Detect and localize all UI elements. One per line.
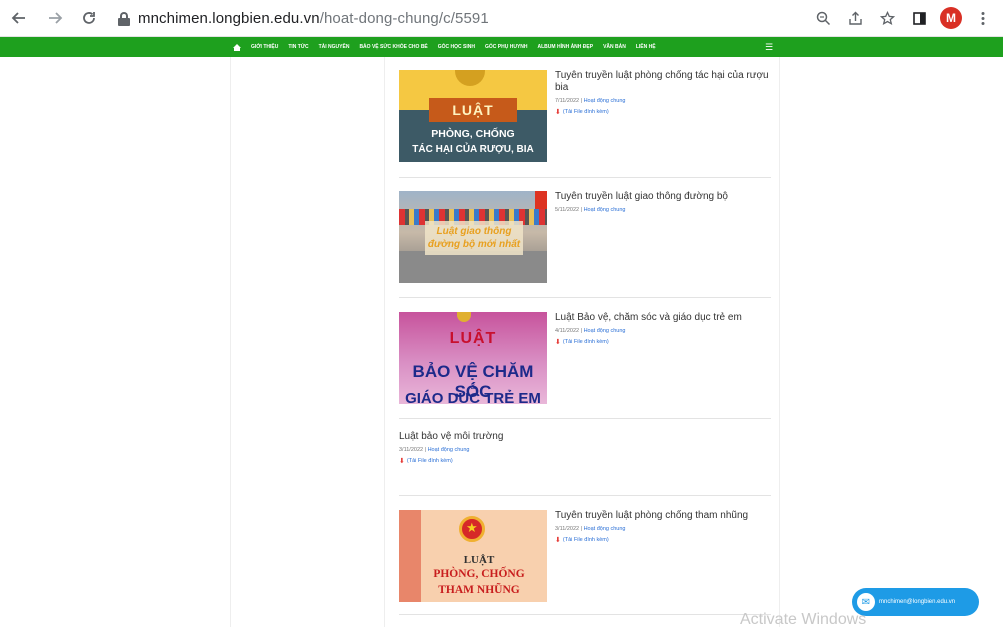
- thumb-text: đường bộ mới nhất: [427, 239, 521, 250]
- thumb-text: THAM NHŨNG: [438, 584, 520, 596]
- nav-item-tin-tuc[interactable]: TIN TỨC: [288, 44, 308, 50]
- url-text: mnchimen.longbien.edu.vn/hoat-dong-chung…: [138, 10, 489, 27]
- download-icon: ⬇: [555, 109, 561, 116]
- attachment-label: (Tải File đính kèm): [406, 458, 453, 464]
- post-title[interactable]: Tuyên truyền luật phòng chống tham nhũng: [555, 510, 771, 522]
- post-thumbnail[interactable]: LUẬT PHÒNG, CHỐNG TÁC HẠI CỦA RƯỢU, BIA: [399, 70, 547, 162]
- post-title[interactable]: Tuyên truyền luật phòng chống tác hại củ…: [555, 70, 771, 94]
- attachment-link[interactable]: ⬇ (Tải File đính kèm): [399, 457, 615, 465]
- list-item: Luật bảo vệ môi trường 3/11/2022 | Hoạt …: [399, 431, 771, 475]
- meta-separator: |: [580, 207, 583, 213]
- divider: [399, 614, 771, 615]
- post-meta: 5/11/2022 | Hoạt động chung: [555, 207, 771, 213]
- chat-email: mnchimen@longbien.edu.vn: [879, 599, 956, 605]
- forward-arrow-icon[interactable]: [44, 7, 66, 29]
- thumb-text: GIÁO DỤC TRẺ EM: [405, 390, 541, 404]
- post-date: 3/11/2022: [555, 526, 580, 532]
- attachment-label: (Tải File đính kèm): [562, 339, 609, 345]
- list-item: LUẬT PHÒNG, CHỐNG THAM NHŨNG Tuyên truyề…: [399, 510, 771, 602]
- download-icon: ⬇: [555, 537, 561, 544]
- post-category-link[interactable]: Hoạt động chung: [584, 526, 626, 532]
- post-meta: 3/11/2022 | Hoạt động chung: [555, 526, 771, 532]
- post-title[interactable]: Luật Bảo vệ, chăm sóc và giáo dục trẻ em: [555, 312, 771, 324]
- thumb-text: Luật giao thông: [436, 226, 512, 237]
- nav-item-goc-hoc-sinh[interactable]: GÓC HỌC SINH: [438, 44, 475, 50]
- post-title[interactable]: Luật bảo vệ môi trường: [399, 431, 615, 443]
- share-icon[interactable]: [844, 7, 866, 29]
- attachment-label: (Tải File đính kèm): [562, 537, 609, 543]
- thumb-text: PHÒNG, CHỐNG: [433, 568, 525, 580]
- browser-toolbar: mnchimen.longbien.edu.vn/hoat-dong-chung…: [0, 0, 1003, 37]
- meta-separator: |: [580, 98, 583, 104]
- profile-avatar[interactable]: M: [940, 7, 962, 29]
- nav-item-gioi-thieu[interactable]: GIỚI THIỆU: [251, 44, 278, 50]
- post-date: 7/11/2022: [555, 98, 580, 104]
- attachment-label: (Tải File đính kèm): [562, 109, 609, 115]
- attachment-link[interactable]: ⬇ (Tải File đính kèm): [555, 338, 771, 346]
- nav-item-tai-nguyen[interactable]: TÀI NGUYÊN: [319, 44, 350, 50]
- sidepanel-icon[interactable]: [908, 7, 930, 29]
- zoom-icon[interactable]: [812, 7, 834, 29]
- list-item: LUẬT BẢO VỆ CHĂM SÓC & GIÁO DỤC TRẺ EM L…: [399, 312, 771, 404]
- reload-icon[interactable]: [78, 7, 100, 29]
- divider: [399, 177, 771, 178]
- post-thumbnail[interactable]: LUẬT PHÒNG, CHỐNG THAM NHŨNG: [399, 510, 547, 602]
- post-title[interactable]: Tuyên truyền luật giao thông đường bộ: [555, 191, 771, 203]
- site-navbar: GIỚI THIỆU TIN TỨC TÀI NGUYÊN BẢO VỆ SỨC…: [0, 37, 1003, 57]
- star-icon[interactable]: [876, 7, 898, 29]
- post-category-link[interactable]: Hoạt động chung: [584, 328, 626, 334]
- lock-icon[interactable]: [118, 11, 130, 26]
- post-list: LUẬT PHÒNG, CHỐNG TÁC HẠI CỦA RƯỢU, BIA …: [384, 57, 780, 627]
- home-icon[interactable]: [233, 43, 241, 51]
- download-icon: ⬇: [555, 339, 561, 346]
- thumb-text: PHÒNG, CHỐNG: [431, 128, 515, 140]
- divider: [399, 495, 771, 496]
- thumb-text: TÁC HẠI CỦA RƯỢU, BIA: [412, 144, 534, 155]
- list-item: LUẬT PHÒNG, CHỐNG TÁC HẠI CỦA RƯỢU, BIA …: [399, 70, 771, 162]
- post-meta: 7/11/2022 | Hoạt động chung: [555, 98, 771, 104]
- divider: [399, 297, 771, 298]
- post-thumbnail[interactable]: LUẬT BẢO VỆ CHĂM SÓC & GIÁO DỤC TRẺ EM: [399, 312, 547, 404]
- post-category-link[interactable]: Hoạt động chung: [428, 447, 470, 453]
- divider: [399, 418, 771, 419]
- post-date: 4/11/2022: [555, 328, 580, 334]
- post-category-link[interactable]: Hoạt động chung: [584, 98, 626, 104]
- post-category-link[interactable]: Hoạt động chung: [584, 207, 626, 213]
- post-date: 3/11/2022: [399, 447, 424, 453]
- download-icon: ⬇: [399, 458, 405, 465]
- nav-item-van-ban[interactable]: VĂN BẢN: [603, 44, 626, 50]
- chat-icon: ✉: [857, 593, 875, 611]
- post-date: 5/11/2022: [555, 207, 580, 213]
- nav-item-goc-phu-huynh[interactable]: GÓC PHỤ HUYNH: [485, 44, 528, 50]
- meta-separator: |: [580, 526, 583, 532]
- address-bar[interactable]: mnchimen.longbien.edu.vn/hoat-dong-chung…: [112, 4, 802, 33]
- nav-item-album[interactable]: ALBUM HÌNH ẢNH ĐẸP: [538, 44, 594, 50]
- attachment-link[interactable]: ⬇ (Tải File đính kèm): [555, 108, 771, 116]
- attachment-link[interactable]: ⬇ (Tải File đính kèm): [555, 536, 771, 544]
- nav-item-lien-he[interactable]: LIÊN HỆ: [636, 44, 656, 50]
- back-arrow-icon[interactable]: [8, 7, 30, 29]
- list-item: Luật giao thông đường bộ mới nhất Tuyên …: [399, 191, 771, 283]
- windows-activation-watermark: Activate Windows: [740, 611, 867, 628]
- post-meta: 3/11/2022 | Hoạt động chung: [399, 447, 615, 453]
- thumb-text: LUẬT: [449, 330, 497, 347]
- post-meta: 4/11/2022 | Hoạt động chung: [555, 328, 771, 334]
- left-column-divider: [230, 57, 231, 627]
- thumb-text: LUẬT: [463, 554, 495, 566]
- meta-separator: |: [580, 328, 583, 334]
- page-body: LUẬT PHÒNG, CHỐNG TÁC HẠI CỦA RƯỢU, BIA …: [0, 57, 1003, 627]
- hamburger-menu-icon[interactable]: ☰: [765, 42, 773, 53]
- meta-separator: |: [424, 447, 427, 453]
- menu-dots-icon[interactable]: [972, 7, 994, 29]
- nav-item-bao-ve-suc-khoe[interactable]: BẢO VỆ SỨC KHỎE CHO BÉ: [359, 44, 427, 50]
- chat-contact-button[interactable]: ✉ mnchimen@longbien.edu.vn: [852, 588, 979, 616]
- thumb-text: LUẬT: [452, 102, 494, 118]
- post-thumbnail[interactable]: Luật giao thông đường bộ mới nhất: [399, 191, 547, 283]
